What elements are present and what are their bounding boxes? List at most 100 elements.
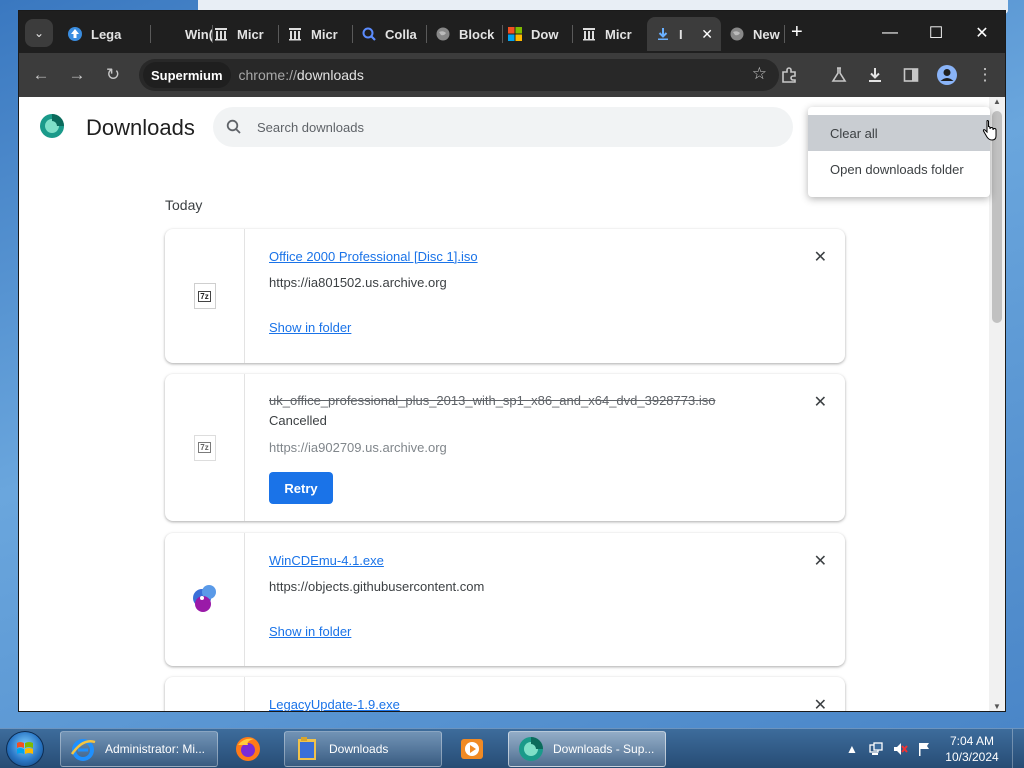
tab[interactable]: New	[721, 17, 785, 51]
source-url: https://objects.githubusercontent.com	[269, 579, 485, 594]
file-name-link[interactable]: Office 2000 Professional [Disc 1].iso	[269, 249, 478, 264]
clock-time: 7:04 AM	[949, 734, 995, 748]
extensions-icon[interactable]	[777, 63, 801, 87]
downloads-more-menu: Clear all Open downloads folder	[808, 107, 990, 197]
download-item: LegacyUpdate-1.9.exe ✕	[165, 677, 845, 711]
back-icon[interactable]: ←	[29, 63, 53, 87]
side-panel-icon[interactable]	[899, 63, 923, 87]
new-tab-button[interactable]: +	[791, 22, 803, 42]
file-name-cancelled: uk_office_professional_plus_2013_with_sp…	[269, 393, 716, 408]
taskbar-item-active[interactable]: Downloads - Sup...	[508, 731, 666, 767]
supermium-logo-icon	[39, 113, 65, 139]
open-downloads-folder-menu-item[interactable]: Open downloads folder	[808, 151, 990, 187]
globe-icon	[729, 26, 745, 42]
scroll-up-icon[interactable]: ▲	[993, 97, 1001, 106]
file-name-link[interactable]: LegacyUpdate-1.9.exe	[269, 697, 400, 711]
tab[interactable]: Micr	[573, 17, 647, 51]
windows-taskbar: Administrator: Mi... Downloads Downloads…	[0, 728, 1024, 768]
remove-item-icon[interactable]: ✕	[814, 695, 827, 711]
tab[interactable]: Lega	[59, 17, 151, 51]
page-title: Downloads	[86, 115, 195, 140]
7z-file-icon: 7z	[193, 434, 216, 461]
tab[interactable]: Micr	[279, 17, 353, 51]
browser-toolbar: ← → ↻ Supermium chrome://downloads ☆ ⋮	[19, 53, 1005, 97]
ie-icon	[69, 735, 97, 763]
remove-item-icon[interactable]: ✕	[814, 392, 827, 412]
tab-active[interactable]: I ✕	[647, 17, 721, 51]
show-desktop-button[interactable]	[1012, 729, 1024, 768]
scrollbar-thumb[interactable]	[992, 111, 1002, 323]
taskbar-clock[interactable]: 7:04 AM 10/3/2024	[936, 733, 1008, 765]
labs-flask-icon[interactable]	[827, 63, 851, 87]
start-button[interactable]	[6, 731, 44, 767]
show-in-folder-link[interactable]: Show in folder	[269, 320, 351, 335]
tab[interactable]: Micr	[205, 17, 279, 51]
file-name-link[interactable]: WinCDEmu-4.1.exe	[269, 553, 384, 568]
clock-date: 10/3/2024	[945, 750, 999, 764]
show-hidden-icons-icon[interactable]: ▲	[842, 739, 862, 759]
more-menu-icon[interactable]: ⋮	[973, 63, 997, 87]
7z-file-icon: 7z	[193, 283, 216, 309]
url-text[interactable]: chrome://downloads	[239, 67, 364, 83]
tab[interactable]: Win(	[153, 17, 213, 51]
windows-flag-icon	[17, 742, 33, 754]
globe-icon	[435, 26, 451, 42]
download-item: 7z uk_office_professional_plus_2013_with…	[165, 374, 845, 521]
firefox-icon	[234, 735, 262, 763]
profile-chip[interactable]: Supermium	[143, 62, 231, 88]
bookmark-star-icon[interactable]: ☆	[752, 64, 767, 84]
status-text: Cancelled	[269, 413, 327, 428]
taskbar-item[interactable]: Downloads	[284, 731, 442, 767]
date-section-label: Today	[165, 197, 203, 213]
tab-strip: ⌄ Lega Win( Micr Micr Colla Block Dow Mi…	[19, 11, 1005, 53]
tab[interactable]: Block	[427, 17, 503, 51]
tab[interactable]: Colla	[353, 17, 427, 51]
folder-icon	[293, 735, 321, 763]
page-scrollbar[interactable]: ▲ ▼	[989, 97, 1005, 711]
blank-icon	[161, 26, 177, 42]
tab[interactable]: Dow	[499, 17, 573, 51]
download-icon	[655, 26, 671, 42]
search-input[interactable]	[257, 119, 737, 135]
search-icon	[225, 118, 243, 136]
archive-icon	[287, 26, 303, 42]
minimize-button[interactable]: —	[867, 19, 913, 47]
archive-icon	[581, 26, 597, 42]
volume-muted-icon[interactable]	[890, 739, 910, 759]
maximize-button[interactable]: ☐	[913, 19, 959, 47]
media-player-icon	[458, 735, 486, 763]
mouse-pointer-icon	[982, 120, 998, 142]
chevron-down-icon: ⌄	[33, 26, 45, 40]
remove-item-icon[interactable]: ✕	[814, 247, 827, 267]
profile-avatar-icon[interactable]	[935, 63, 959, 87]
taskbar-item[interactable]: Administrator: Mi...	[60, 731, 218, 767]
windows-icon	[507, 26, 523, 42]
wincdemu-icon	[188, 580, 222, 619]
search-downloads[interactable]	[213, 107, 793, 147]
upload-arrow-icon	[67, 26, 83, 42]
source-url: https://ia902709.us.archive.org	[269, 440, 447, 455]
taskbar-item[interactable]	[450, 731, 500, 767]
scroll-down-icon[interactable]: ▼	[993, 702, 1001, 711]
taskbar-item[interactable]	[226, 731, 276, 767]
retry-button[interactable]: Retry	[269, 472, 333, 504]
downloads-toolbar-icon[interactable]	[863, 63, 887, 87]
close-window-button[interactable]: ✕	[959, 19, 1005, 47]
action-center-flag-icon[interactable]	[914, 739, 934, 759]
system-tray: ▲	[842, 729, 938, 768]
forward-icon[interactable]: →	[65, 63, 89, 87]
archive-icon	[213, 26, 229, 42]
reload-icon[interactable]: ↻	[101, 63, 125, 87]
network-icon[interactable]	[866, 739, 886, 759]
close-tab-icon[interactable]: ✕	[701, 26, 713, 43]
tab-search-button[interactable]: ⌄	[25, 19, 53, 47]
search-icon	[361, 26, 377, 42]
clear-all-menu-item[interactable]: Clear all	[808, 115, 990, 151]
source-url: https://ia801502.us.archive.org	[269, 275, 447, 290]
show-in-folder-link[interactable]: Show in folder	[269, 624, 351, 639]
remove-item-icon[interactable]: ✕	[814, 551, 827, 571]
address-bar[interactable]: Supermium chrome://downloads ☆	[139, 59, 779, 91]
download-item: 7z Office 2000 Professional [Disc 1].iso…	[165, 229, 845, 363]
supermium-icon	[517, 735, 545, 763]
download-item: WinCDEmu-4.1.exe https://objects.githubu…	[165, 533, 845, 666]
